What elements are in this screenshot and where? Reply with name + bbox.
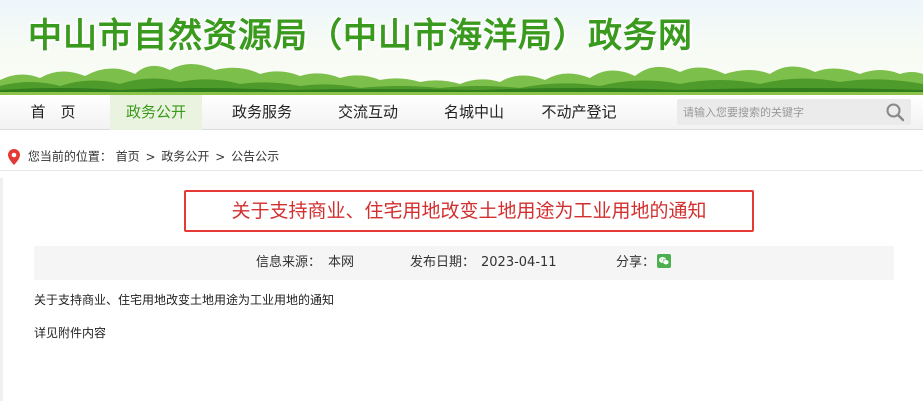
share-area: 分享： xyxy=(616,246,672,280)
nav-item-real-estate[interactable]: 不动产登记 xyxy=(528,95,630,130)
share-label: 分享： xyxy=(616,255,656,270)
site-banner: 中山市自然资源局（中山市海洋局）政务网 xyxy=(0,0,923,92)
date-value: 2023-04-11 xyxy=(481,255,557,270)
nav-item-gov-services[interactable]: 政务服务 xyxy=(216,95,308,130)
breadcrumb-separator: > xyxy=(145,149,156,164)
article-body-line: 关于支持商业、住宅用地改变土地用途为工业用地的通知 xyxy=(34,293,335,307)
breadcrumb-gov-affairs-open[interactable]: 政务公开 xyxy=(161,150,209,164)
location-pin-icon xyxy=(8,148,20,165)
date-label: 发布日期： xyxy=(410,255,476,270)
nav-item-home[interactable]: 首 页 xyxy=(14,95,92,130)
article-title: 关于支持商业、住宅用地改变土地用途为工业用地的通知 xyxy=(184,190,754,232)
article-body-line: 详见附件内容 xyxy=(34,326,107,340)
tree-line-decoration xyxy=(0,64,923,92)
source-label: 信息来源： xyxy=(256,255,322,270)
breadcrumb: 您当前的位置： 首页 > 政务公开 > 公告公示 xyxy=(8,146,279,166)
breadcrumb-prefix: 您当前的位置： xyxy=(27,149,112,164)
breadcrumb-divider xyxy=(0,170,923,171)
breadcrumb-home[interactable]: 首页 xyxy=(116,150,140,164)
search-box xyxy=(677,99,911,125)
breadcrumb-separator: > xyxy=(215,149,226,164)
search-icon[interactable] xyxy=(885,102,905,122)
nav-item-famous-city[interactable]: 名城中山 xyxy=(428,95,520,130)
wechat-share-icon[interactable] xyxy=(657,254,672,268)
content-left-edge xyxy=(0,178,3,401)
search-input[interactable] xyxy=(683,103,873,121)
main-nav: 首 页 政务公开 政务服务 交流互动 名城中山 不动产登记 xyxy=(0,92,923,130)
source-value: 本网 xyxy=(328,255,355,270)
breadcrumb-announcements[interactable]: 公告公示 xyxy=(231,150,279,164)
nav-item-gov-affairs-open[interactable]: 政务公开 xyxy=(110,95,202,130)
nav-item-interaction[interactable]: 交流互动 xyxy=(322,95,414,130)
article-meta-bar: 信息来源： 本网 发布日期： 2023-04-11 分享： xyxy=(34,246,894,280)
